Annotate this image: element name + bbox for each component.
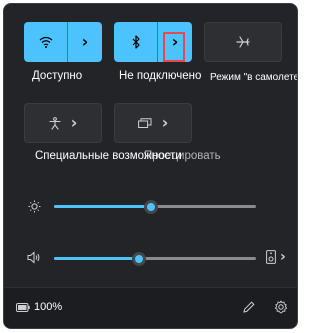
battery-icon[interactable] bbox=[16, 303, 30, 312]
airplane-mode-tile[interactable] bbox=[204, 22, 282, 62]
brightness-slider-thumb[interactable] bbox=[143, 200, 158, 214]
wifi-icon bbox=[39, 36, 52, 48]
accessibility-icon bbox=[49, 116, 61, 130]
bluetooth-toggle[interactable] bbox=[114, 22, 157, 62]
wifi-expand-button[interactable]: › bbox=[68, 22, 102, 62]
accessibility-tile[interactable]: › bbox=[24, 103, 102, 143]
brightness-icon bbox=[28, 200, 41, 213]
bluetooth-label: Не подключено bbox=[119, 70, 202, 82]
battery-percentage[interactable]: 100% bbox=[34, 301, 62, 313]
airplane-mode-label: Режим "в самолете" bbox=[210, 72, 298, 83]
accessibility-button[interactable]: › bbox=[25, 104, 101, 142]
project-button[interactable]: › bbox=[115, 104, 191, 142]
gear-icon[interactable] bbox=[274, 300, 288, 314]
speaker-icon bbox=[27, 251, 40, 264]
footer-bar: 100% bbox=[4, 287, 297, 328]
chevron-right-icon: › bbox=[70, 113, 78, 132]
chevron-right-icon[interactable]: › bbox=[280, 250, 286, 264]
airplane-icon bbox=[236, 36, 250, 48]
quick-settings-panel: › Доступно › Не подключено Режим "в само… bbox=[3, 3, 298, 329]
volume-slider-fill bbox=[54, 257, 139, 260]
wifi-label: Доступно bbox=[32, 70, 83, 82]
airplane-mode-toggle[interactable] bbox=[205, 23, 281, 61]
project-label: Проецировать bbox=[144, 150, 221, 162]
chevron-right-icon: › bbox=[81, 32, 89, 51]
chevron-right-icon: › bbox=[161, 113, 169, 132]
wifi-tile[interactable]: › bbox=[24, 22, 102, 62]
project-tile[interactable]: › bbox=[114, 103, 192, 143]
bluetooth-icon bbox=[132, 35, 140, 49]
wifi-toggle[interactable] bbox=[24, 22, 67, 62]
volume-slider-thumb[interactable] bbox=[131, 252, 146, 266]
project-icon bbox=[137, 117, 152, 128]
pencil-icon[interactable] bbox=[243, 301, 255, 313]
highlight-box bbox=[163, 32, 185, 62]
brightness-slider-fill bbox=[54, 205, 151, 208]
speaker-device-icon[interactable] bbox=[266, 250, 276, 264]
